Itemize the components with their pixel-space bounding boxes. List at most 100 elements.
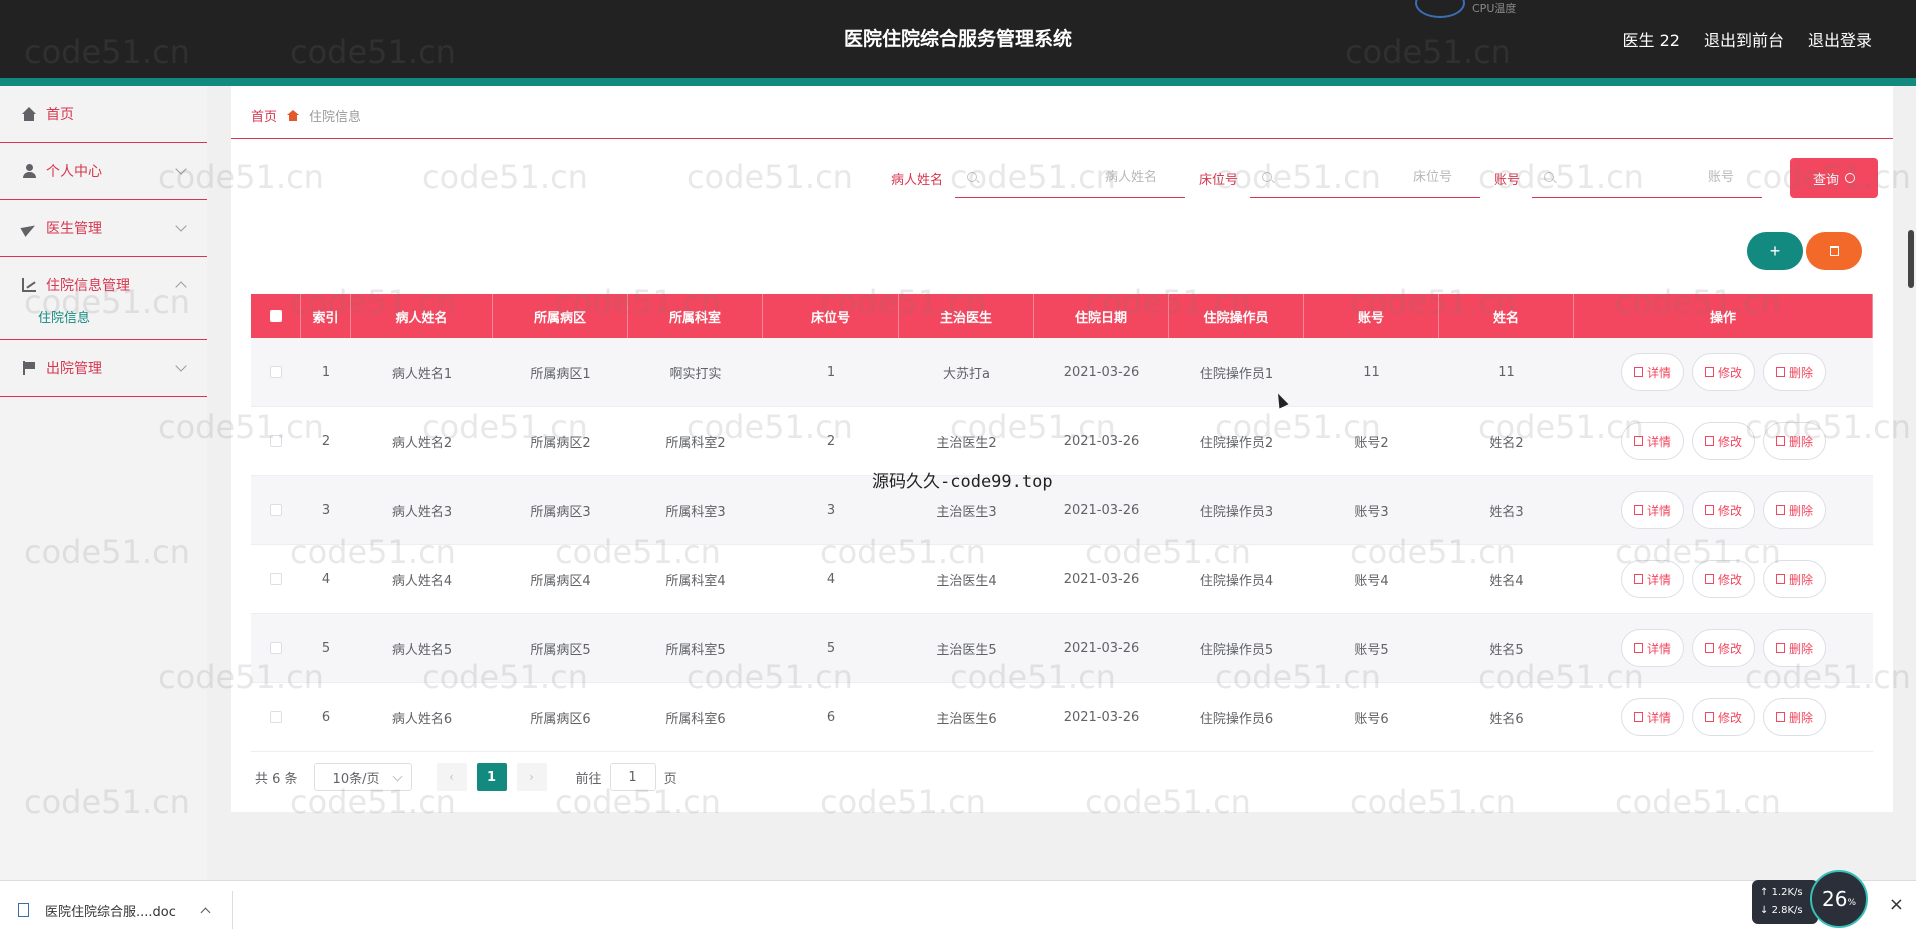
edit-button[interactable]: 修改 bbox=[1691, 629, 1755, 667]
table-cell: 所属科室5 bbox=[665, 642, 726, 658]
table-cell: 住院操作员4 bbox=[1199, 573, 1274, 589]
column-header: 姓名 bbox=[1439, 294, 1574, 338]
current-user: 医生 22 bbox=[1622, 31, 1680, 50]
next-page-button[interactable]: › bbox=[516, 763, 547, 791]
account-input[interactable] bbox=[1532, 158, 1763, 197]
chevron-down-icon bbox=[175, 163, 187, 175]
bed-number-input[interactable] bbox=[1250, 158, 1481, 197]
detail-button[interactable]: 详情 bbox=[1620, 698, 1684, 736]
edit-button[interactable]: 修改 bbox=[1691, 698, 1755, 736]
sidebar-item-profile[interactable]: 个人中心 bbox=[0, 143, 207, 200]
delete-button[interactable]: 删除 bbox=[1763, 422, 1827, 460]
search-icon bbox=[1544, 172, 1555, 182]
table-cell: 病人姓名1 bbox=[391, 366, 453, 382]
detail-button[interactable]: 详情 bbox=[1620, 560, 1684, 598]
sidebar-item-discharge[interactable]: 出院管理 bbox=[0, 340, 207, 397]
download-item[interactable]: 医院住院综合服....doc bbox=[18, 881, 211, 938]
chevron-up-icon[interactable] bbox=[200, 907, 211, 917]
delete-button[interactable]: 删除 bbox=[1763, 353, 1827, 391]
row-checkbox[interactable] bbox=[270, 435, 282, 447]
table-cell: 姓名4 bbox=[1489, 573, 1524, 589]
page-size-select[interactable]: 10条/页 bbox=[313, 763, 412, 791]
row-checkbox[interactable] bbox=[270, 711, 282, 723]
detail-button[interactable]: 详情 bbox=[1620, 353, 1684, 391]
trash-icon bbox=[1776, 643, 1785, 653]
close-download-bar-button[interactable]: × bbox=[1889, 894, 1904, 915]
table-cell: 2021-03-26 bbox=[1063, 433, 1140, 449]
delete-button[interactable]: 删除 bbox=[1763, 491, 1827, 529]
exit-to-front-link[interactable]: 退出到前台 bbox=[1704, 27, 1784, 51]
table-cell: 3 bbox=[321, 502, 331, 518]
sidebar-item-inpatient[interactable]: 住院信息管理 bbox=[0, 257, 207, 313]
document-icon bbox=[1633, 574, 1643, 584]
table-cell: 4 bbox=[826, 571, 836, 587]
table-cell: 1 bbox=[321, 364, 331, 380]
table-cell: 大苏打a bbox=[943, 366, 990, 382]
delete-button[interactable]: 删除 bbox=[1763, 629, 1827, 667]
table-cell: 主治医生5 bbox=[936, 642, 997, 658]
detail-button[interactable]: 详情 bbox=[1620, 491, 1684, 529]
account-label: 账号 bbox=[1494, 172, 1521, 188]
delete-button[interactable]: 删除 bbox=[1763, 560, 1827, 598]
sidebar-item-doctors[interactable]: 医生管理 bbox=[0, 200, 207, 257]
table-cell: 所属病区6 bbox=[530, 711, 591, 727]
select-all-cell bbox=[251, 294, 301, 338]
row-select-cell bbox=[251, 545, 301, 613]
table-cell: 住院操作员2 bbox=[1199, 435, 1274, 451]
add-button[interactable]: + bbox=[1747, 232, 1803, 270]
select-all-checkbox[interactable] bbox=[269, 310, 282, 322]
edit-button[interactable]: 修改 bbox=[1691, 560, 1755, 598]
edit-button[interactable]: 修改 bbox=[1691, 422, 1755, 460]
chevron-up-icon bbox=[175, 281, 187, 293]
row-checkbox[interactable] bbox=[270, 642, 282, 654]
bed-number-label: 床位号 bbox=[1199, 172, 1239, 188]
batch-delete-button[interactable] bbox=[1806, 232, 1862, 270]
table-row: 2 病人姓名2 所属病区2 所属科室2 2 主治医生2 2021-03-26 住院操作员2 账号… bbox=[251, 407, 1873, 476]
logout-link[interactable]: 退出登录 bbox=[1808, 27, 1872, 51]
row-checkbox[interactable] bbox=[270, 504, 282, 516]
patient-name-input[interactable] bbox=[955, 158, 1186, 197]
page-number-1[interactable]: 1 bbox=[476, 763, 507, 791]
query-button[interactable]: 查询 bbox=[1790, 158, 1879, 198]
delete-button[interactable]: 删除 bbox=[1763, 698, 1827, 736]
column-header: 所属科室 bbox=[628, 294, 763, 338]
table-cell: 姓名5 bbox=[1489, 642, 1524, 658]
edit-button[interactable]: 修改 bbox=[1691, 353, 1755, 391]
edit-icon bbox=[1704, 712, 1714, 722]
detail-button[interactable]: 详情 bbox=[1620, 422, 1684, 460]
network-speed-widget: ↑ 1.2K/s ↓ 2.8K/s bbox=[1752, 880, 1818, 924]
cpu-usage-unit: % bbox=[1847, 898, 1856, 908]
row-actions: 详情 修改 删除 bbox=[1574, 683, 1873, 751]
sidebar-item-home[interactable]: 首页 bbox=[0, 86, 207, 143]
pagination: 共 6 条 10条/页 ‹ 1 › 前往 页 bbox=[255, 763, 677, 791]
row-actions: 详情 修改 删除 bbox=[1574, 614, 1873, 682]
table-cell: 姓名6 bbox=[1489, 711, 1524, 727]
table-cell: 6 bbox=[826, 709, 836, 725]
column-header: 住院日期 bbox=[1034, 294, 1169, 338]
table-cell: 住院操作员5 bbox=[1199, 642, 1274, 658]
scrollbar-thumb[interactable] bbox=[1908, 230, 1914, 288]
sidebar-item-label: 出院管理 bbox=[46, 361, 102, 377]
download-bar: 医院住院综合服....doc bbox=[0, 880, 1916, 938]
top-bar-accent bbox=[0, 78, 1916, 86]
table-cell: 5 bbox=[321, 640, 331, 656]
goto-page-input[interactable] bbox=[609, 763, 656, 791]
prev-page-button[interactable]: ‹ bbox=[436, 763, 467, 791]
table-cell: 1 bbox=[826, 364, 836, 380]
edit-button[interactable]: 修改 bbox=[1691, 491, 1755, 529]
detail-button[interactable]: 详情 bbox=[1620, 629, 1684, 667]
breadcrumb-current: 住院信息 bbox=[309, 110, 362, 125]
table-cell: 2 bbox=[321, 433, 331, 449]
row-checkbox[interactable] bbox=[270, 366, 282, 378]
row-select-cell bbox=[251, 614, 301, 682]
breadcrumb-home[interactable]: 首页 bbox=[251, 106, 277, 125]
row-checkbox[interactable] bbox=[270, 573, 282, 585]
main-panel: 首页 住院信息 病人姓名 床位号 账号 查询 + 索引 病 bbox=[231, 86, 1893, 812]
table-cell: 病人姓名2 bbox=[391, 435, 453, 451]
cpu-usage-gauge: 26% bbox=[1810, 870, 1868, 928]
account-field bbox=[1532, 158, 1763, 198]
document-icon bbox=[1633, 367, 1643, 377]
flag-icon bbox=[22, 361, 36, 375]
goto-label: 前往 bbox=[575, 771, 602, 787]
inpatient-table: 索引 病人姓名 所属病区 所属科室 床位号 主治医生 住院日期 住院操作员 账号… bbox=[251, 294, 1873, 752]
